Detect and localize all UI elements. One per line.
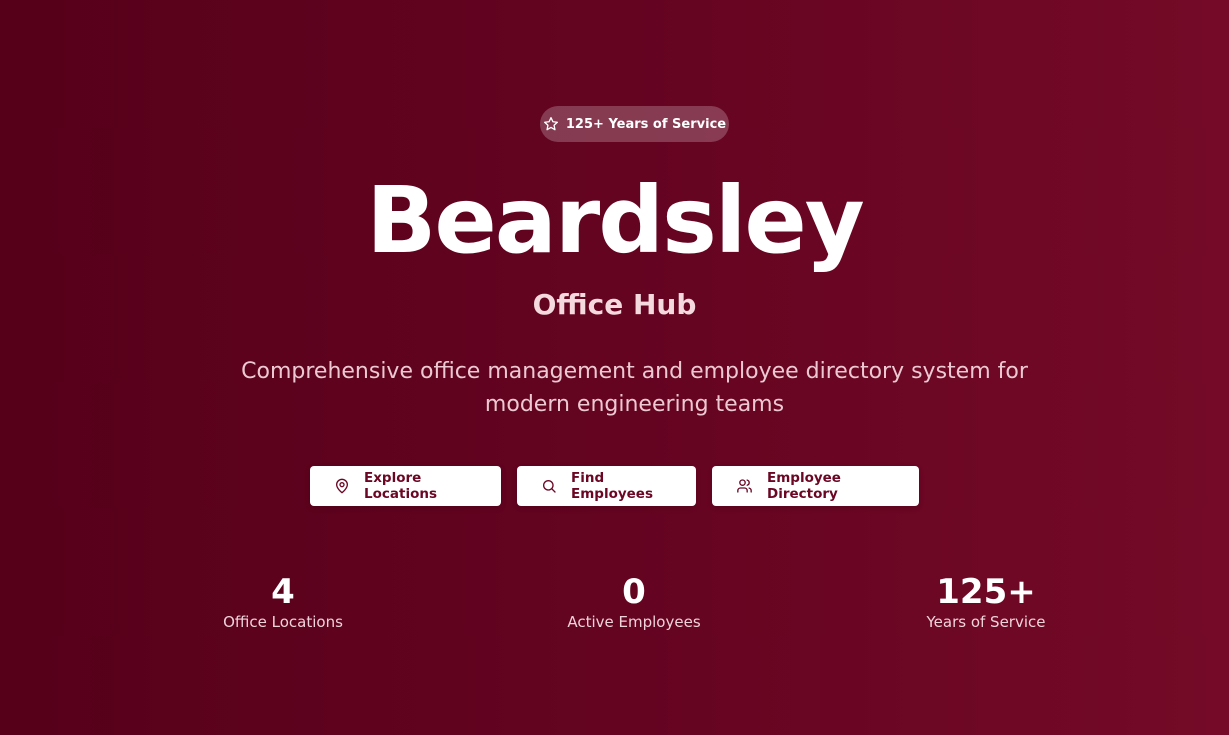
stat-value: 4 xyxy=(271,572,295,612)
map-pin-icon xyxy=(334,478,350,494)
stat-label: Years of Service xyxy=(926,613,1046,631)
find-employees-button[interactable]: Find Employees xyxy=(517,466,696,506)
stat-active-employees: 0 Active Employees xyxy=(514,572,754,632)
users-icon xyxy=(736,478,753,494)
search-icon xyxy=(541,478,557,494)
stat-value: 0 xyxy=(622,572,646,612)
star-icon xyxy=(543,116,559,132)
employee-directory-label: Employee Directory xyxy=(767,470,841,502)
stat-office-locations: 4 Office Locations xyxy=(163,572,403,632)
stat-value: 125+ xyxy=(936,572,1036,612)
page-title: Beardsley xyxy=(366,167,865,274)
employee-directory-button[interactable]: Employee Directory xyxy=(712,466,919,506)
badge-label: 125+ Years of Service xyxy=(565,116,727,132)
explore-locations-button[interactable]: Explore Locations xyxy=(310,466,501,506)
stat-label: Office Locations xyxy=(223,613,343,631)
explore-locations-label: Explore Locations xyxy=(364,470,437,502)
action-buttons: Explore Locations Find Employees Employe… xyxy=(0,466,1229,506)
stat-label: Active Employees xyxy=(567,613,701,631)
stats-section: 4 Office Locations 0 Active Employees 12… xyxy=(0,572,1229,642)
stat-years-of-service: 125+ Years of Service xyxy=(866,572,1106,632)
find-employees-label: Find Employees xyxy=(571,470,654,502)
hero-section: 125+ Years of Service Beardsley Office H… xyxy=(0,0,1229,735)
service-badge: 125+ Years of Service xyxy=(540,106,729,142)
hero-description: Comprehensive office management and empl… xyxy=(241,359,1028,417)
page-subtitle: Office Hub xyxy=(532,288,697,321)
